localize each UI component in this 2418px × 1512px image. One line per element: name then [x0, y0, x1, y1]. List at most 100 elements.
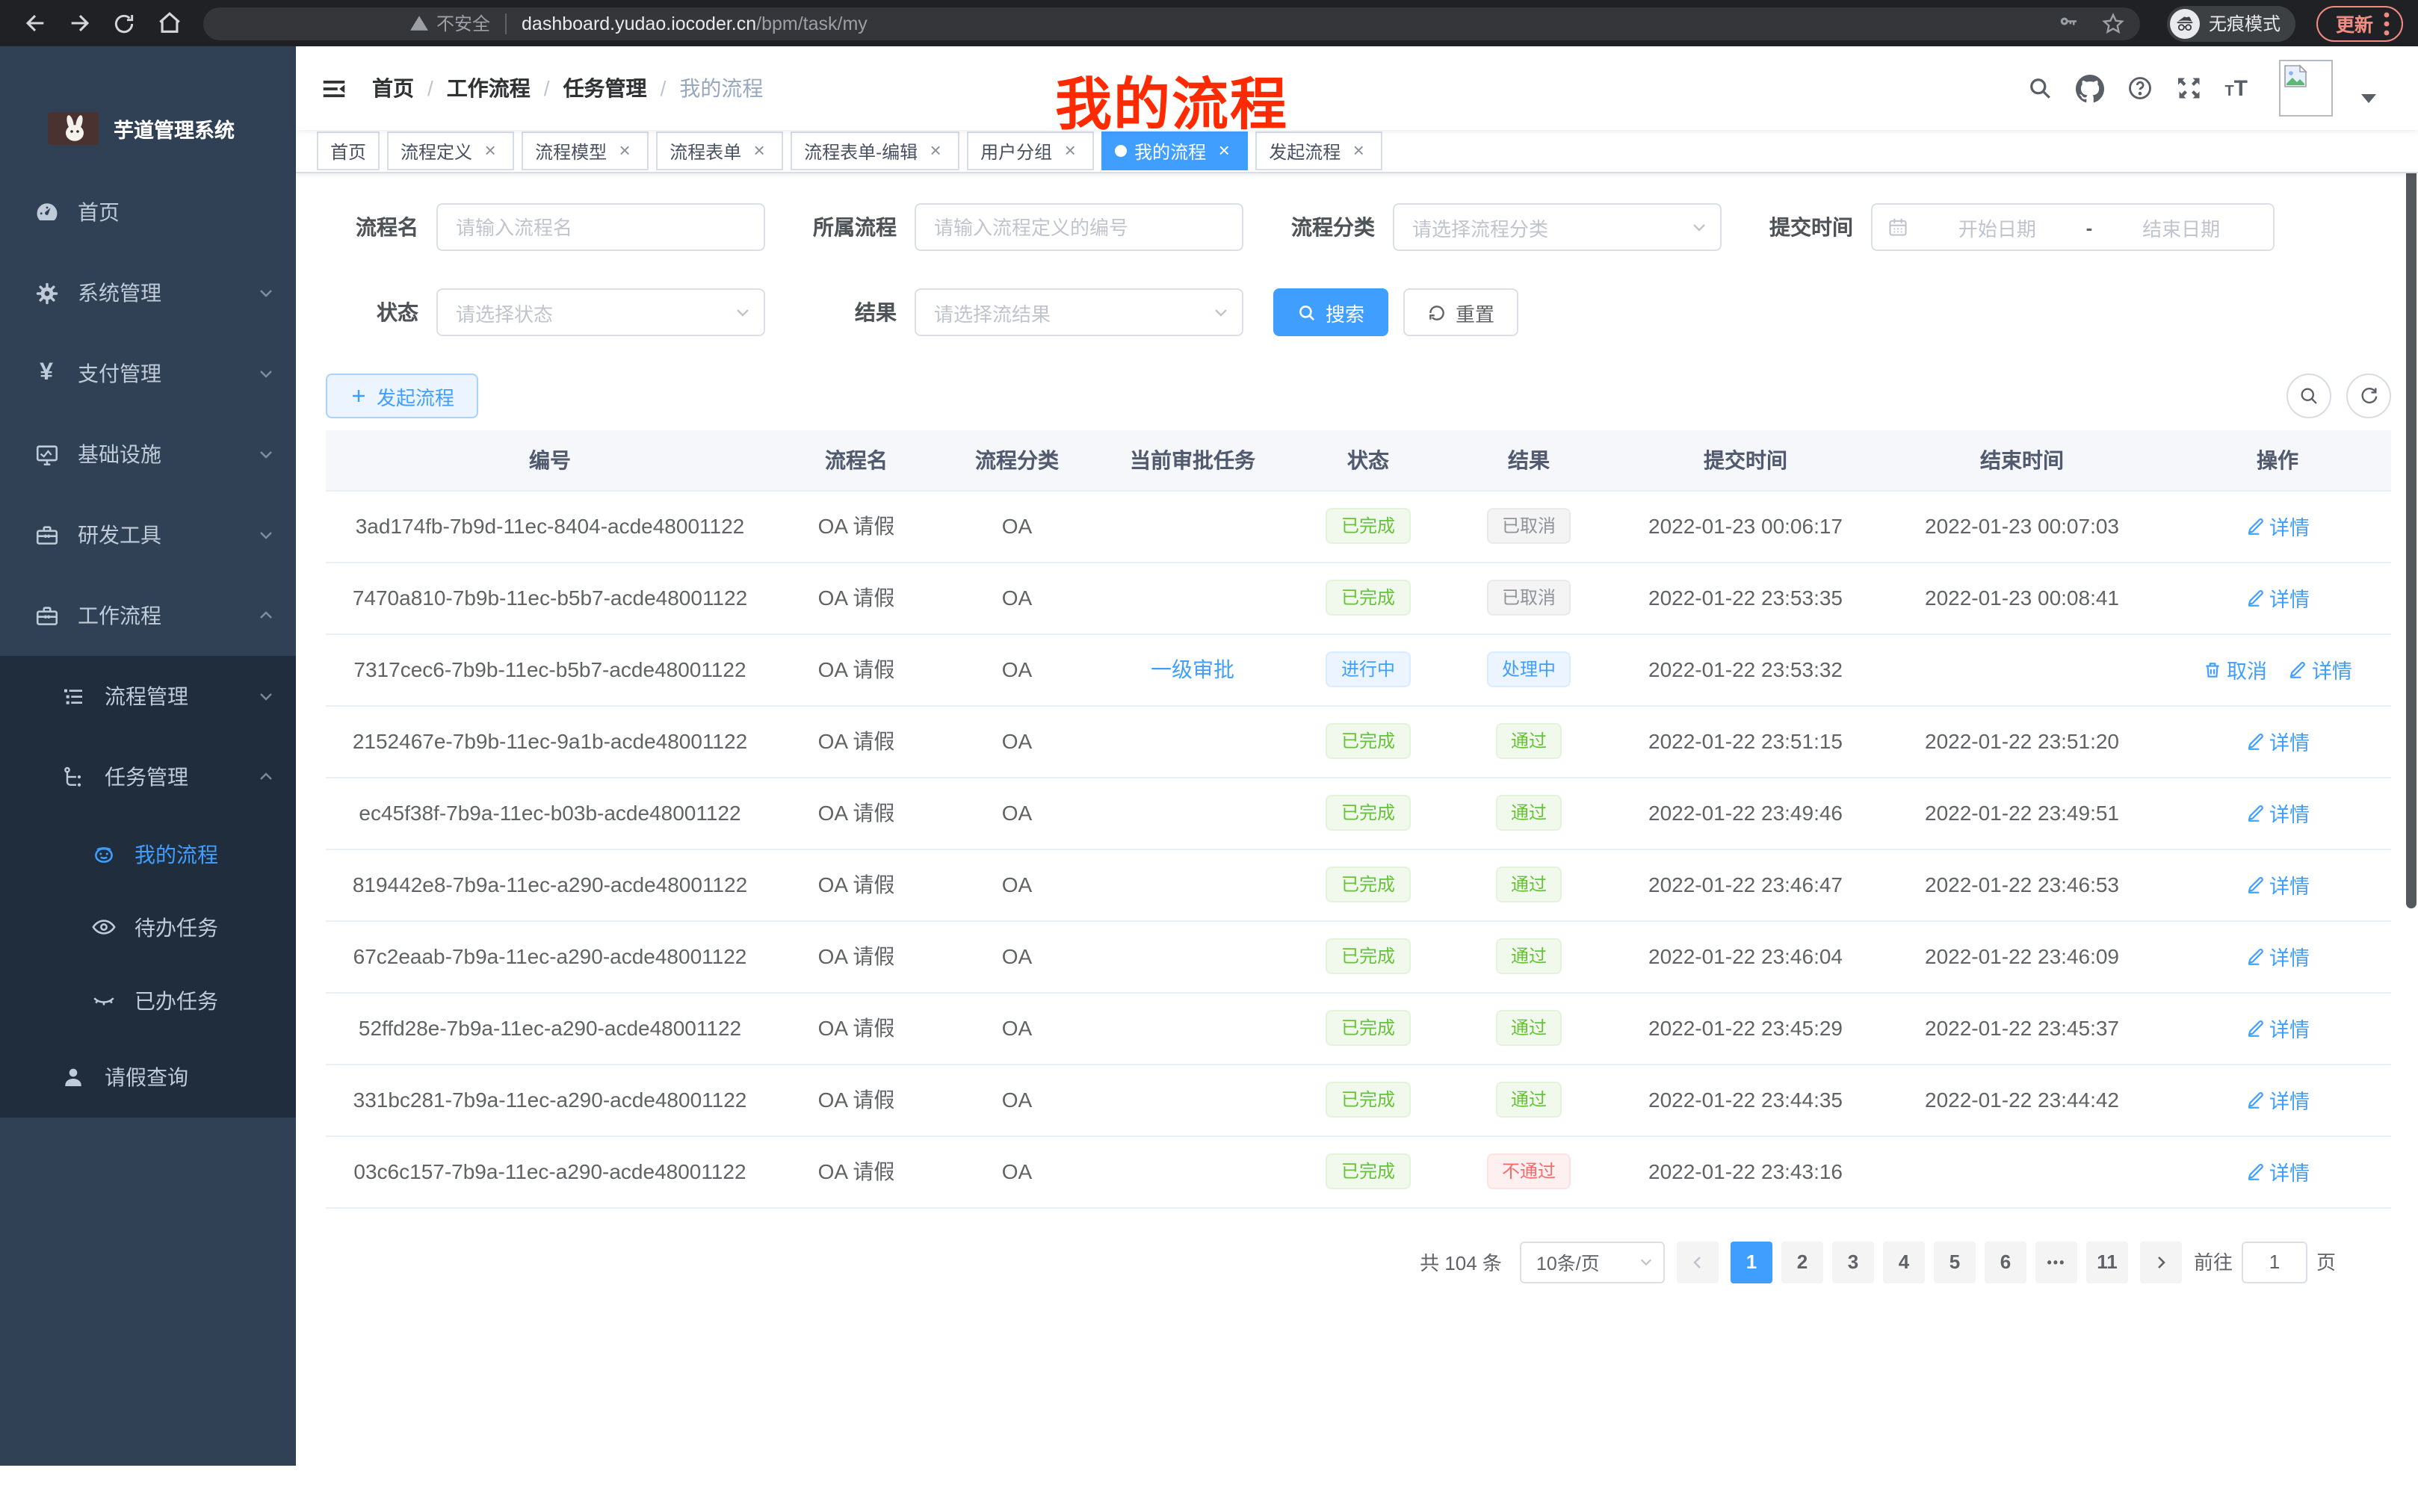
- scrollbar[interactable]: [2406, 93, 2418, 1512]
- prev-page-button[interactable]: [1677, 1241, 1719, 1283]
- search-icon: [1297, 303, 1317, 322]
- workflow-submenu: 流程管理 任务管理 我的流程 待办任务: [0, 656, 296, 1118]
- cell-category: OA: [939, 1064, 1095, 1135]
- sidebar-item-task-mgmt[interactable]: 任务管理: [0, 737, 296, 817]
- detail-button[interactable]: 详情: [2245, 726, 2310, 756]
- browser-chrome: 不安全 dashboard.yudao.iocoder.cn/bpm/task/…: [0, 0, 2418, 46]
- page-number-button[interactable]: 6: [1985, 1241, 2026, 1283]
- update-button[interactable]: 更新: [2316, 5, 2403, 41]
- create-process-button[interactable]: 发起流程: [326, 374, 478, 418]
- page-number-button[interactable]: 2: [1781, 1241, 1823, 1283]
- page-number-button[interactable]: 4: [1883, 1241, 1925, 1283]
- process-definition-input[interactable]: [915, 203, 1243, 251]
- detail-button[interactable]: 详情: [2245, 870, 2310, 899]
- category-select[interactable]: 请选择流程分类: [1393, 203, 1722, 251]
- tab-item[interactable]: 流程模型×: [522, 131, 649, 170]
- sidebar-item-my-process[interactable]: 我的流程: [0, 817, 296, 890]
- breadcrumb-workflow[interactable]: 工作流程: [447, 73, 531, 103]
- tab-item[interactable]: 流程定义×: [387, 131, 514, 170]
- page-number-button[interactable]: 11: [2086, 1241, 2128, 1283]
- edit-icon: [2245, 1090, 2265, 1109]
- fullscreen-icon[interactable]: [2175, 75, 2202, 102]
- close-icon[interactable]: ×: [1348, 140, 1369, 161]
- cell-name: OA 请假: [774, 992, 939, 1064]
- key-icon[interactable]: [2058, 12, 2080, 34]
- detail-button[interactable]: 详情: [2245, 511, 2310, 541]
- reset-button[interactable]: 重置: [1403, 288, 1518, 336]
- page-jump-input[interactable]: [2242, 1241, 2307, 1283]
- detail-button[interactable]: 详情: [2245, 941, 2310, 971]
- show-search-button[interactable]: [2286, 374, 2331, 418]
- sidebar-item-system[interactable]: 系统管理: [0, 252, 296, 333]
- page-number-button[interactable]: 5: [1934, 1241, 1976, 1283]
- close-icon[interactable]: ×: [480, 140, 501, 161]
- breadcrumb-task-mgmt[interactable]: 任务管理: [563, 73, 647, 103]
- detail-button[interactable]: 详情: [2245, 1013, 2310, 1043]
- cell-task: [1095, 777, 1290, 849]
- detail-button[interactable]: 详情: [2245, 1085, 2310, 1115]
- browser-menu-icon[interactable]: [2384, 11, 2390, 35]
- tab-item[interactable]: 首页: [317, 131, 380, 170]
- avatar[interactable]: [2279, 60, 2333, 117]
- current-task-link[interactable]: 一级审批: [1151, 654, 1234, 684]
- refresh-button[interactable]: [2346, 374, 2391, 418]
- cell-task: [1095, 992, 1290, 1064]
- page-number-button[interactable]: 1: [1731, 1241, 1772, 1283]
- cell-category: OA: [939, 1135, 1095, 1207]
- cell-status: 已完成: [1290, 777, 1447, 849]
- detail-button[interactable]: 详情: [2245, 798, 2310, 828]
- sidebar-item-infra[interactable]: 基础设施: [0, 414, 296, 495]
- dashboard-icon: [33, 199, 60, 226]
- home-icon[interactable]: [149, 4, 188, 43]
- detail-button[interactable]: 详情: [2245, 583, 2310, 613]
- process-name-input[interactable]: [436, 203, 765, 251]
- forward-icon[interactable]: [60, 4, 99, 43]
- github-icon[interactable]: [2075, 74, 2103, 102]
- submit-time-range-picker[interactable]: 开始日期 - 结束日期: [1871, 203, 2275, 251]
- incognito-label: 无痕模式: [2209, 10, 2281, 36]
- scrollbar-thumb[interactable]: [2406, 102, 2417, 908]
- result-badge: 通过: [1496, 1082, 1562, 1118]
- tab-item[interactable]: 流程表单-编辑×: [791, 131, 959, 170]
- font-size-icon[interactable]: TT: [2224, 77, 2248, 99]
- back-icon[interactable]: [15, 4, 54, 43]
- edit-icon: [2245, 516, 2265, 536]
- close-icon[interactable]: ×: [925, 140, 946, 161]
- result-select[interactable]: 请选择流结果: [915, 288, 1243, 336]
- cell-end-time: 2022-01-22 23:51:20: [1880, 705, 2164, 777]
- page-size-select[interactable]: 10条/页: [1520, 1241, 1665, 1283]
- sidebar-item-devtools[interactable]: 研发工具: [0, 495, 296, 575]
- chevron-down-icon[interactable]: [2361, 94, 2376, 103]
- page-more-button[interactable]: •••: [2035, 1241, 2077, 1283]
- cancel-button[interactable]: 取消: [2203, 654, 2267, 684]
- sidebar-item-workflow[interactable]: 工作流程: [0, 575, 296, 656]
- bookmark-star-icon[interactable]: [2101, 11, 2125, 35]
- next-page-button[interactable]: [2140, 1241, 2182, 1283]
- search-button[interactable]: 搜索: [1273, 288, 1388, 336]
- sidebar-item-process-mgmt[interactable]: 流程管理: [0, 656, 296, 737]
- hamburger-icon[interactable]: [320, 74, 348, 102]
- detail-button[interactable]: 详情: [2288, 654, 2352, 684]
- cell-task: [1095, 1135, 1290, 1207]
- sidebar-item-todo-tasks[interactable]: 待办任务: [0, 890, 296, 964]
- status-select[interactable]: 请选择状态: [436, 288, 765, 336]
- cell-result: 通过: [1447, 849, 1611, 920]
- toolbox-icon: [33, 521, 60, 548]
- tree-icon: [60, 763, 87, 790]
- tab-item[interactable]: 流程表单×: [656, 131, 783, 170]
- reload-icon[interactable]: [105, 4, 143, 43]
- help-icon[interactable]: [2126, 75, 2153, 102]
- breadcrumb-home[interactable]: 首页: [372, 73, 414, 103]
- close-icon[interactable]: ×: [749, 140, 770, 161]
- search-icon[interactable]: [2026, 75, 2053, 102]
- sidebar-item-done-tasks[interactable]: 已办任务: [0, 964, 296, 1037]
- close-icon[interactable]: ×: [1213, 140, 1234, 161]
- close-icon[interactable]: ×: [614, 140, 635, 161]
- sidebar-item-home[interactable]: 首页: [0, 172, 296, 252]
- address-bar[interactable]: 不安全 dashboard.yudao.iocoder.cn/bpm/task/…: [203, 7, 2140, 40]
- detail-button[interactable]: 详情: [2245, 1156, 2310, 1186]
- close-icon[interactable]: ×: [1060, 140, 1080, 161]
- sidebar-item-leave-query[interactable]: 请假查询: [0, 1037, 296, 1118]
- page-number-button[interactable]: 3: [1832, 1241, 1874, 1283]
- sidebar-item-payment[interactable]: ¥ 支付管理: [0, 333, 296, 414]
